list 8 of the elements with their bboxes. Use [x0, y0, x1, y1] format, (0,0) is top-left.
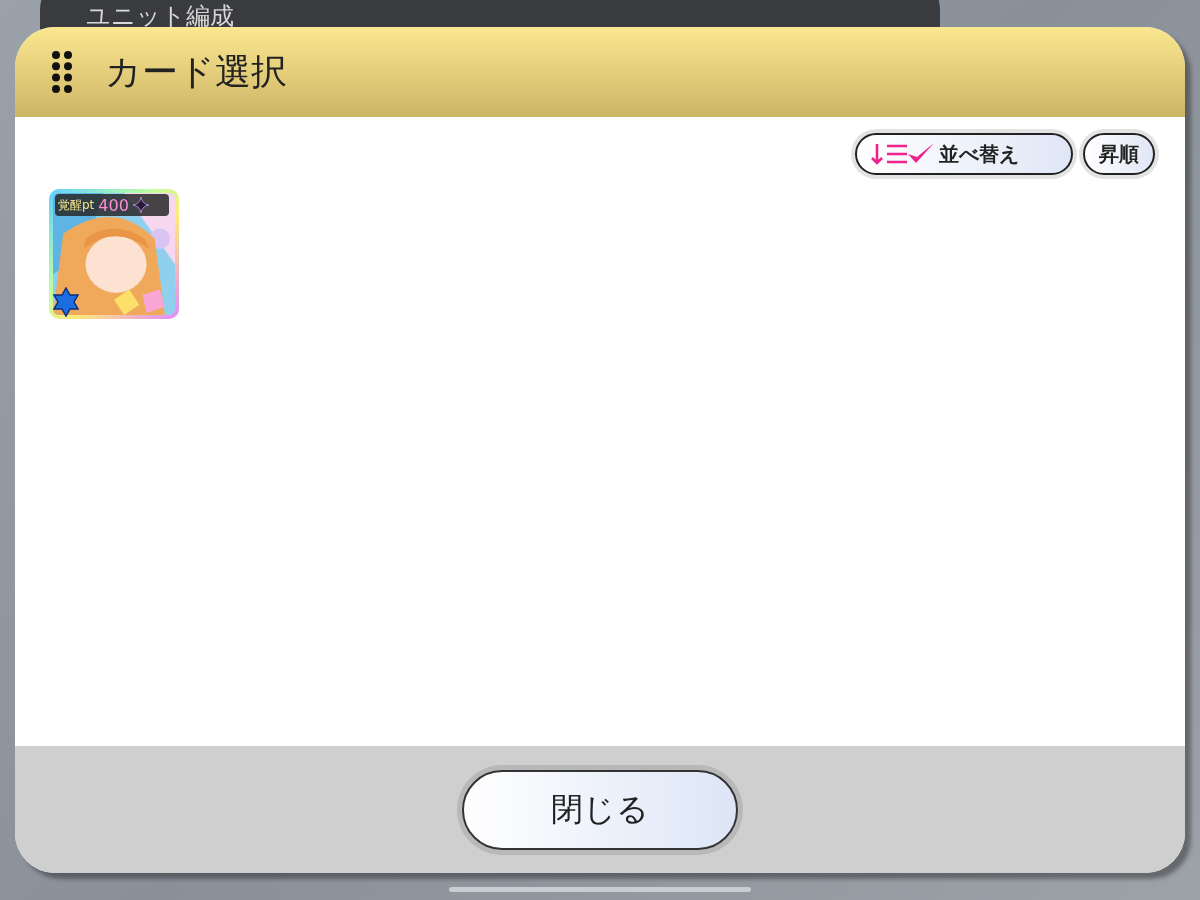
points-value: 400	[98, 195, 129, 215]
dialog-title: カード選択	[105, 49, 287, 94]
drag-handle-icon[interactable]	[51, 50, 73, 94]
sort-icon	[871, 141, 937, 167]
sparkle-icon	[132, 197, 149, 213]
card-thumbnail[interactable]: 覚醒pt 400	[49, 189, 179, 319]
points-label: 覚醒pt	[58, 196, 95, 214]
background-title: ユニット編成	[86, 1, 234, 32]
